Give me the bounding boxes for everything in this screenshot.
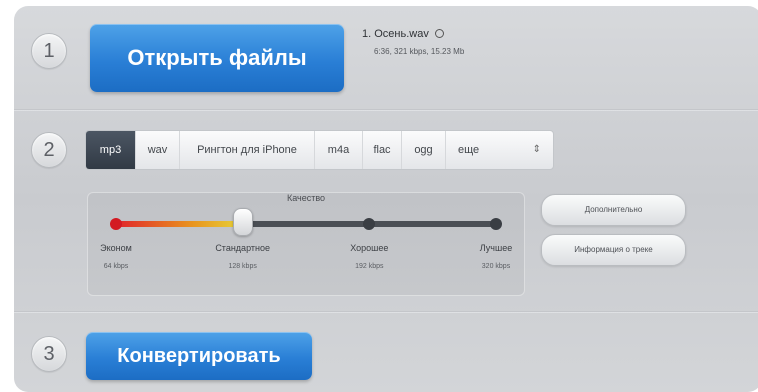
file-meta: 6:36, 321 kbps, 15.23 Mb: [374, 47, 465, 56]
more-formats-select[interactable]: еще ⇕: [446, 131, 553, 169]
format-tab-m4a[interactable]: m4a: [315, 131, 363, 169]
format-selector: mp3 wav Рингтон для iPhone m4a flac ogg …: [85, 130, 554, 170]
quality-slider-box: Качество Эконом 64 kbps Стандартное 128 …: [87, 192, 525, 296]
format-tab-iphone-ringtone[interactable]: Рингтон для iPhone: [180, 131, 315, 169]
up-down-arrows-icon: ⇕: [532, 144, 541, 155]
quality-level-name: Лучшее: [479, 243, 513, 253]
quality-slider-track[interactable]: [110, 208, 502, 236]
step-1-badge: 1: [31, 33, 67, 69]
open-files-section: 1 Открыть файлы 1. Осень.wav 6:36, 321 k…: [14, 6, 758, 110]
quality-stop-economy[interactable]: [110, 218, 122, 230]
track-info-button[interactable]: Информация о треке: [541, 234, 686, 266]
format-tab-wav[interactable]: wav: [136, 131, 180, 169]
quality-slider-thumb[interactable]: [232, 208, 253, 236]
quality-title: Качество: [286, 193, 326, 203]
format-section: 2 mp3 wav Рингтон для iPhone m4a flac og…: [14, 110, 758, 312]
more-formats-label: еще: [458, 144, 480, 156]
convert-section: 3 Конвертировать: [14, 312, 758, 392]
quality-level-name: Стандартное: [215, 243, 270, 253]
format-tab-ogg[interactable]: ogg: [402, 131, 446, 169]
file-entry: 1. Осень.wav 6:36, 321 kbps, 15.23 Mb: [362, 28, 464, 56]
converter-panel: 1 Открыть файлы 1. Осень.wav 6:36, 321 k…: [14, 6, 758, 392]
quality-stop-best[interactable]: [490, 218, 502, 230]
quality-level-name: Хорошее: [350, 243, 389, 253]
open-files-button[interactable]: Открыть файлы: [90, 24, 344, 92]
file-name: 1. Осень.wav: [362, 28, 429, 40]
advanced-button[interactable]: Дополнительно: [541, 194, 686, 226]
quality-level-standard: Стандартное 128 kbps: [198, 243, 288, 270]
step-2-badge: 2: [31, 132, 67, 168]
quality-labels: Эконом 64 kbps Стандартное 128 kbps Хоро…: [88, 243, 524, 279]
format-tab-mp3[interactable]: mp3: [86, 131, 136, 169]
quality-level-bitrate: 128 kbps: [228, 263, 257, 270]
quality-level-best: Лучшее 320 kbps: [451, 243, 541, 270]
convert-button[interactable]: Конвертировать: [86, 332, 312, 380]
quality-level-bitrate: 64 kbps: [103, 263, 129, 270]
remove-file-icon[interactable]: [434, 29, 444, 38]
quality-level-bitrate: 320 kbps: [481, 263, 511, 270]
quality-stop-good[interactable]: [363, 218, 376, 230]
file-name-line: 1. Осень.wav: [362, 28, 464, 40]
quality-level-bitrate: 192 kbps: [355, 263, 384, 270]
format-tab-flac[interactable]: flac: [363, 131, 402, 169]
quality-level-economy: Эконом 64 kbps: [71, 243, 161, 270]
step-3-badge: 3: [31, 336, 67, 372]
quality-level-name: Эконом: [100, 243, 132, 253]
quality-level-good: Хорошее 192 kbps: [324, 243, 414, 270]
quality-slider-fill: [116, 221, 243, 227]
